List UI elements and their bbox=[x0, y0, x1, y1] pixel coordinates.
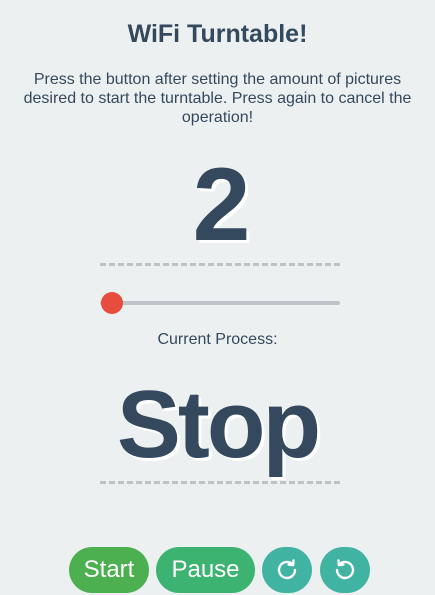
picture-count-display: 2 bbox=[192, 147, 251, 263]
start-button[interactable]: Start bbox=[69, 547, 149, 593]
instructions-text: Press the button after setting the amoun… bbox=[23, 71, 412, 126]
process-status: Stop bbox=[116, 371, 321, 478]
rotate-clockwise-button[interactable] bbox=[262, 547, 312, 593]
rotate-clockwise-icon bbox=[277, 559, 297, 580]
slider-track[interactable] bbox=[100, 301, 340, 305]
current-process-label: Current Process: bbox=[157, 331, 278, 348]
slider-thumb[interactable] bbox=[101, 292, 123, 314]
rotate-counterclockwise-button[interactable] bbox=[320, 547, 370, 593]
rotate-counterclockwise-icon bbox=[335, 559, 355, 580]
status-divider bbox=[100, 481, 340, 484]
picture-count-slider[interactable] bbox=[100, 292, 340, 314]
counter-divider bbox=[100, 263, 340, 266]
pause-button[interactable]: Pause bbox=[156, 547, 255, 593]
page-title: WiFi Turntable! bbox=[127, 20, 308, 48]
